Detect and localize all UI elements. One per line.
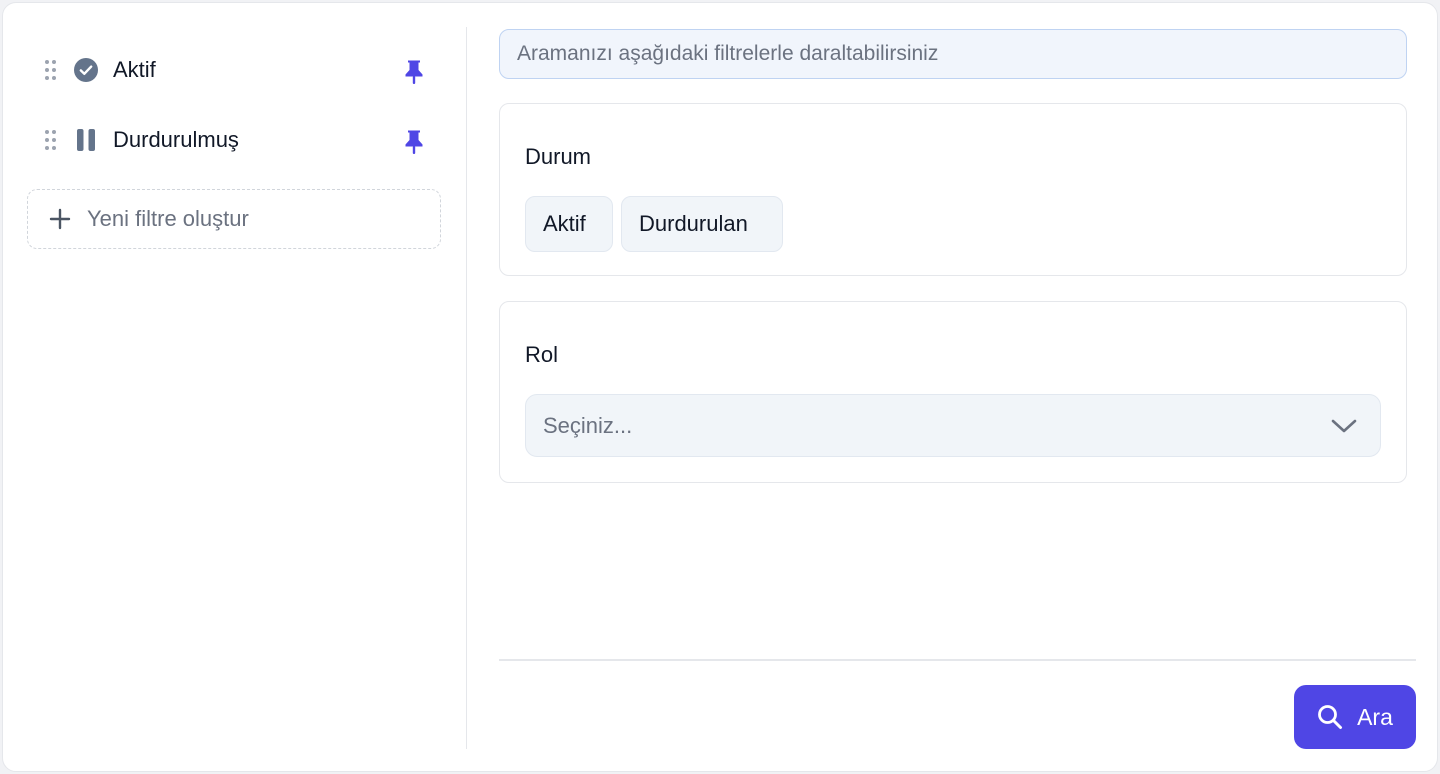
status-option-durdurulan[interactable]: Durdurulan (621, 196, 783, 252)
filter-panel: Aktif Durdurulmuş Yeni filtre oluştur Ar… (2, 2, 1438, 772)
pause-icon (74, 128, 98, 152)
pin-icon[interactable] (403, 129, 425, 155)
saved-filter-aktif[interactable]: Aktif (27, 45, 445, 95)
saved-filter-label: Durdurulmuş (113, 127, 239, 152)
new-filter-button[interactable]: Yeni filtre oluştur (27, 189, 441, 249)
footer-divider (499, 659, 1416, 661)
chevron-down-icon (1330, 415, 1358, 437)
sidebar-divider (466, 27, 467, 749)
role-select[interactable]: Seçiniz... (525, 394, 1381, 457)
status-filter-card: Durum Aktif Durdurulan (499, 103, 1407, 276)
saved-filter-label: Aktif (113, 57, 156, 82)
search-icon (1317, 704, 1343, 730)
pin-icon[interactable] (403, 59, 425, 85)
check-circle-icon (74, 58, 98, 82)
search-button[interactable]: Ara (1294, 685, 1416, 749)
plus-icon (49, 208, 71, 230)
search-input[interactable] (499, 29, 1407, 79)
role-select-value: Seçiniz... (543, 412, 633, 438)
saved-filter-durdurulmus[interactable]: Durdurulmuş (27, 115, 445, 165)
status-option-aktif[interactable]: Aktif (525, 196, 613, 252)
status-filter-title: Durum (525, 144, 592, 169)
role-filter-card: Rol Seçiniz... (499, 301, 1407, 483)
role-filter-title: Rol (525, 342, 559, 367)
drag-handle-icon[interactable] (45, 60, 56, 80)
drag-handle-icon[interactable] (45, 130, 56, 150)
new-filter-label: Yeni filtre oluştur (87, 206, 249, 231)
search-button-label: Ara (1357, 703, 1393, 730)
